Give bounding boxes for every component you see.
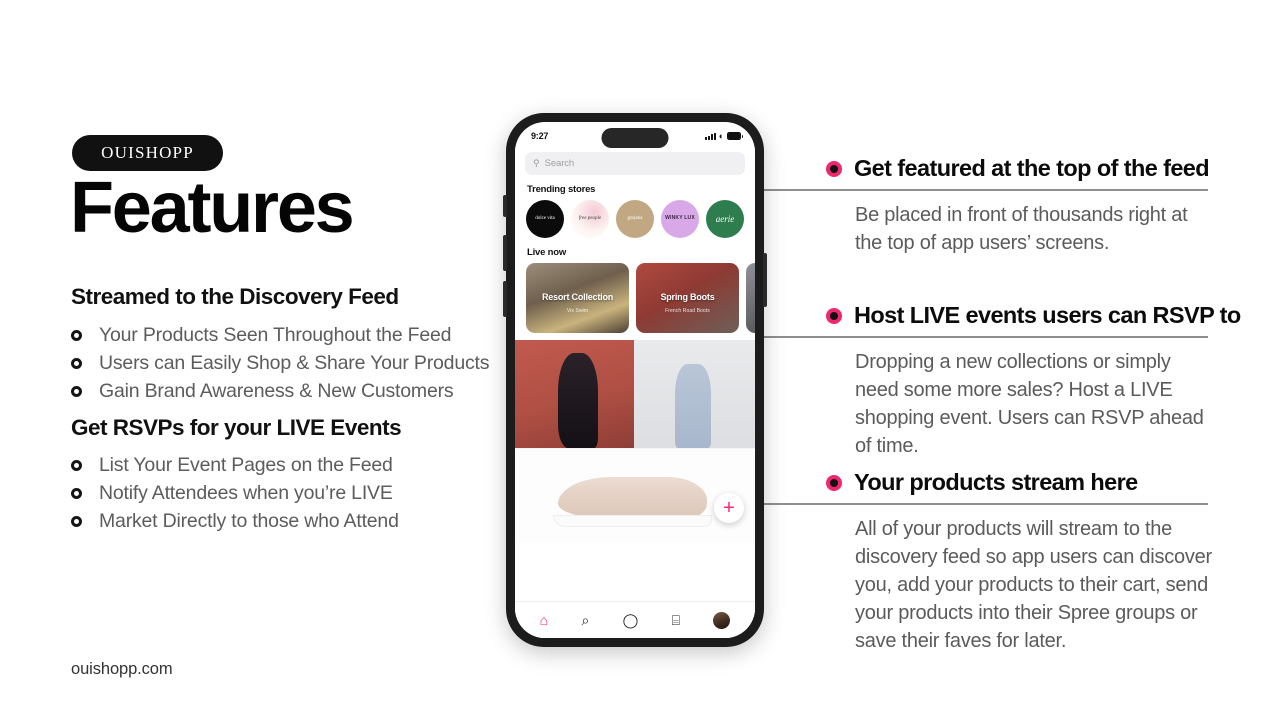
status-time: 9:27 [531, 131, 549, 141]
feature-heading-1: Get featured at the top of the feed [826, 155, 1210, 182]
live-now-label: Live now [527, 247, 567, 258]
sneaker-sole [553, 514, 712, 528]
search-placeholder: Search [544, 158, 575, 169]
live-card[interactable]: Spring Boots French Road Boots [636, 263, 739, 333]
feature-heading-label: Your products stream here [854, 469, 1138, 495]
cart-icon[interactable]: ⌸ [672, 613, 680, 627]
live-card-title: Spring Boots [660, 292, 715, 303]
phone-mockup: 9:27 ◐ ⚲ Search Trending stores dolce vi… [503, 113, 767, 647]
sneaker-image [558, 477, 707, 520]
status-indicators: ◐ [705, 130, 743, 141]
product-grid [515, 340, 755, 448]
store-avatar[interactable]: dolce vita [526, 200, 564, 238]
silent-switch-button[interactable] [503, 195, 507, 217]
live-card-subtitle: French Road Boots [665, 307, 710, 314]
power-button[interactable] [763, 253, 767, 307]
add-product-fab[interactable]: + [714, 493, 744, 523]
live-now-row: Resort Collection Vix Swim Spring Boots … [515, 263, 755, 333]
store-avatar[interactable]: gorjana [616, 200, 654, 238]
store-avatar[interactable]: aerie [706, 200, 744, 238]
wifi-icon: ◐ [718, 130, 724, 141]
store-avatar[interactable]: free people [571, 200, 609, 238]
slide-canvas: OUISHOPP Features Streamed to the Discov… [0, 0, 1280, 720]
app-content: ⚲ Search Trending stores dolce vita free… [515, 146, 755, 638]
feature-body-1: Be placed in front of thousands right at… [855, 204, 1188, 254]
search-input[interactable]: ⚲ Search [525, 152, 745, 175]
trending-stores-label: Trending stores [527, 184, 596, 195]
feature-body-3: All of your products will stream to the … [855, 518, 1212, 652]
live-card[interactable] [746, 263, 755, 333]
dot-bullet-icon [826, 160, 842, 177]
volume-down-button[interactable] [503, 281, 507, 317]
bottom-tab-bar: ⌂ ⌕ ◯ ⌸ [515, 601, 755, 638]
dot-bullet-icon [826, 307, 842, 324]
live-card-title: Resort Collection [541, 292, 614, 303]
home-icon[interactable]: ⌂ [540, 613, 548, 627]
product-tile-sneaker[interactable]: + [515, 448, 755, 543]
avatar[interactable] [713, 611, 731, 629]
product-tile-dress[interactable] [515, 340, 634, 448]
trending-stores-row: dolce vita free people gorjana WINKY LUX… [515, 200, 755, 238]
live-card[interactable]: Resort Collection Vix Swim [526, 263, 629, 333]
feature-heading-2: Host LIVE events users can RSVP to [826, 302, 1241, 329]
feature-heading-label: Host LIVE events users can RSVP to [854, 302, 1241, 328]
feature-heading-label: Get featured at the top of the feed [854, 155, 1210, 181]
chat-icon[interactable]: ◯ [623, 613, 639, 627]
battery-icon [727, 132, 743, 140]
signal-bars-icon [705, 132, 716, 140]
feature-body-2: Dropping a new collections or simply nee… [855, 351, 1204, 457]
product-tile-activewear[interactable] [634, 340, 755, 448]
feature-heading-3: Your products stream here [826, 469, 1138, 496]
search-icon: ⚲ [533, 158, 540, 168]
volume-up-button[interactable] [503, 235, 507, 271]
dot-bullet-icon [826, 474, 842, 491]
search-icon[interactable]: ⌕ [581, 613, 589, 627]
store-avatar[interactable]: WINKY LUX [661, 200, 699, 238]
dynamic-island [601, 128, 669, 148]
live-card-subtitle: Vix Swim [566, 307, 589, 314]
phone-screen: 9:27 ◐ ⚲ Search Trending stores dolce vi… [515, 122, 755, 638]
